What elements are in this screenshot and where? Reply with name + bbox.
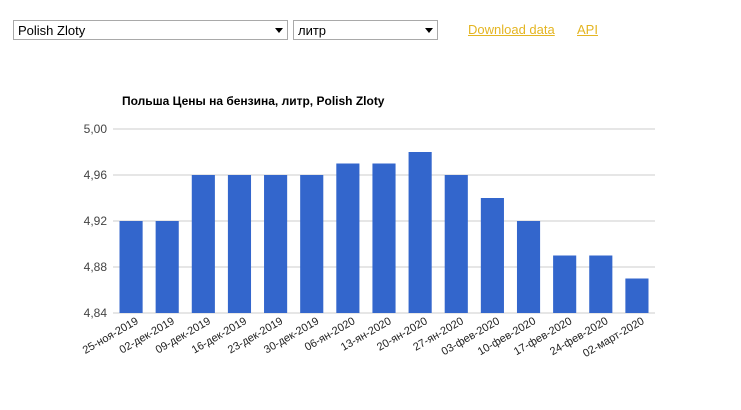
bar[interactable] — [408, 152, 432, 313]
bar[interactable] — [589, 255, 613, 314]
bar[interactable] — [480, 198, 504, 313]
y-tick-label: 4,84 — [84, 306, 108, 320]
price-bar-chart: 4,844,884,924,965,0025-ноя-201902-дек-20… — [81, 122, 655, 360]
y-tick-label: 4,96 — [84, 168, 108, 182]
bar[interactable] — [516, 221, 541, 313]
bar[interactable] — [625, 278, 649, 314]
bar[interactable] — [119, 221, 143, 313]
bar[interactable] — [444, 175, 468, 313]
bar[interactable] — [336, 163, 360, 314]
bar[interactable] — [264, 175, 288, 313]
bar[interactable] — [191, 175, 215, 313]
y-tick-label: 4,92 — [84, 214, 108, 228]
bar[interactable] — [372, 163, 396, 314]
bar[interactable] — [553, 255, 577, 314]
bar[interactable] — [227, 175, 252, 313]
y-tick-label: 4,88 — [84, 260, 108, 274]
bar[interactable] — [155, 221, 179, 313]
y-tick-label: 5,00 — [84, 122, 108, 136]
bar[interactable] — [300, 175, 324, 313]
